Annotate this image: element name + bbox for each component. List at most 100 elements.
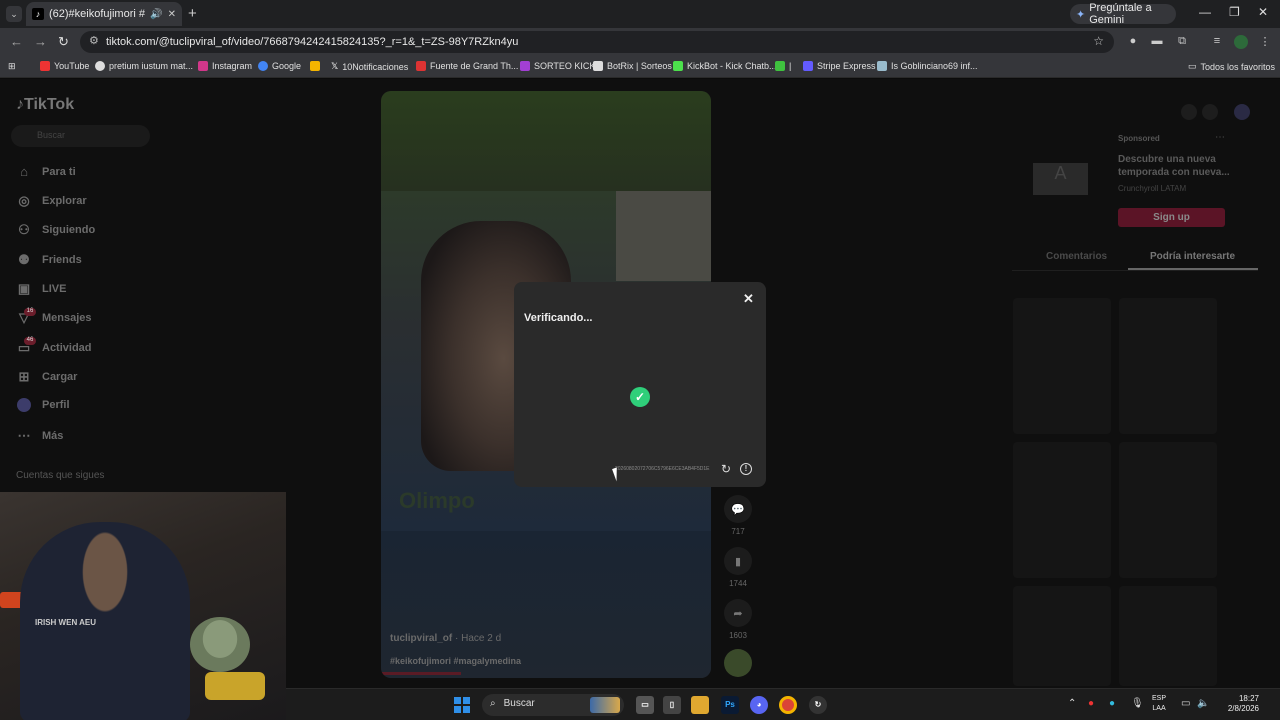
refresh-icon[interactable]: ↻ (721, 462, 731, 476)
recommended-video[interactable] (1013, 586, 1111, 686)
bookmark-sorteo-kick[interactable]: SORTEO KICK (520, 61, 595, 71)
chrome-icon[interactable] (779, 696, 797, 714)
recommended-video[interactable] (1119, 586, 1217, 686)
photoshop-icon[interactable]: Ps (721, 696, 739, 714)
comment-icon: 💬 (724, 495, 752, 523)
app-icon[interactable]: ▯ (663, 696, 681, 714)
file-explorer-icon[interactable] (691, 696, 709, 714)
profile-avatar[interactable] (1234, 35, 1248, 49)
nav-explorar[interactable]: ◎ Explorar (17, 193, 86, 209)
bookmark-notificaciones[interactable]: 𝕏 10Notificaciones (331, 61, 408, 72)
close-icon[interactable]: ✕ (743, 291, 754, 307)
bookmark-google[interactable]: Google (258, 61, 301, 71)
sound-disc[interactable] (724, 649, 752, 681)
address-bar[interactable]: ⚙ tiktok.com/@tuclipviral_of/video/76687… (80, 31, 1114, 53)
nav-mas[interactable]: ⋯ Más (17, 428, 64, 444)
tab-podria-interesarte[interactable]: Podría interesarte (1150, 251, 1235, 262)
nav-friends[interactable]: ⚉ Friends (17, 252, 82, 268)
bookmark-pinwheel[interactable] (310, 61, 320, 71)
nav-para-ti[interactable]: ⌂ Para ti (17, 164, 76, 179)
recommended-video[interactable] (1119, 442, 1217, 578)
sign-up-button[interactable]: Sign up (1118, 208, 1225, 227)
tray-overflow-icon[interactable]: ⌃ (1068, 698, 1076, 709)
sponsored-title[interactable]: Descubre una nueva temporada con nueva..… (1118, 153, 1238, 179)
recommended-video[interactable] (1013, 298, 1111, 434)
bookmark-count: 1744 (729, 579, 747, 588)
nav-perfil[interactable]: Perfil (17, 398, 70, 412)
taskbar-clock[interactable]: 18:27 2/8/2026 (1213, 694, 1259, 714)
tab-close-icon[interactable]: ✕ (168, 9, 176, 20)
extension-icon[interactable]: ● (1126, 35, 1140, 49)
bookmark-green[interactable]: | (775, 61, 791, 71)
bookmark-instagram[interactable]: Instagram (198, 61, 252, 71)
tab-comentarios[interactable]: Comentarios (1046, 251, 1107, 262)
user-avatar[interactable] (1234, 104, 1250, 120)
tray-app-icon[interactable]: ● (1088, 698, 1094, 709)
nav-cargar[interactable]: ⊞ Cargar (17, 369, 78, 385)
tiktok-search-input[interactable]: Buscar (11, 125, 150, 147)
back-button[interactable]: ← (10, 34, 23, 49)
bookmark-stripe[interactable]: Stripe Express (803, 61, 876, 71)
taskbar-search[interactable]: ⌕ Buscar (482, 694, 624, 716)
task-view-icon[interactable]: ▭ (636, 696, 654, 714)
bookmark-youtube[interactable]: YouTube (40, 61, 89, 71)
browser-tab-strip: ⌄ ♪ (62)#keikofujimori #magaly 🔊 ✕ + ✦ P… (0, 0, 1280, 28)
minimize-button[interactable]: — (1199, 5, 1211, 19)
recommended-video[interactable] (1119, 298, 1217, 434)
bookmark-action[interactable]: ▮ 1744 (724, 547, 752, 588)
extensions-puzzle-icon[interactable]: ⧉ (1175, 35, 1189, 49)
volume-icon[interactable]: 🔈 (1197, 698, 1209, 709)
bookmark-botrix[interactable]: BotRix | Sorteos (593, 61, 672, 71)
discord-icon[interactable]: ◕ (750, 696, 768, 714)
network-icon[interactable]: ▭ (1181, 698, 1190, 709)
browser-menu-icon[interactable]: ⋮ (1258, 35, 1272, 49)
nav-siguiendo[interactable]: ⚇ Siguiendo (17, 222, 95, 238)
bookmark-star-icon[interactable]: ☆ (1093, 34, 1104, 48)
gemini-button[interactable]: ✦ Pregúntale a Gemini (1070, 2, 1176, 26)
nav-live[interactable]: ▣ LIVE (17, 281, 67, 297)
video-progress-bar[interactable] (381, 672, 461, 675)
recommended-video[interactable] (1013, 442, 1111, 578)
windows-start-icon[interactable] (454, 697, 470, 713)
goblin-icon (877, 61, 887, 71)
restore-button[interactable]: ❐ (1229, 5, 1240, 19)
info-icon[interactable]: ! (740, 463, 752, 475)
forward-button[interactable]: → (34, 34, 47, 49)
all-favorites[interactable]: ▭ Todos los favoritos (1188, 61, 1275, 72)
sponsored-thumbnail[interactable]: A (1033, 163, 1088, 195)
extension-icon[interactable]: ▬ (1150, 35, 1164, 49)
reload-button[interactable]: ↻ (58, 34, 69, 50)
apps-grid-icon[interactable]: ⊞ (8, 61, 16, 72)
comment-action[interactable]: 💬 717 (724, 495, 752, 536)
video-hashtags[interactable]: #keikofujimori #magalymedina (390, 656, 521, 666)
tab-search-button[interactable]: ⌄ (6, 6, 22, 22)
video-author[interactable]: tuclipviral_of · Hace 2 d (390, 633, 501, 644)
bookmark-goblinciano[interactable]: Is Goblinciano69 inf... (877, 61, 978, 71)
site-info-icon[interactable]: ⚙ (89, 34, 99, 47)
device-icon[interactable] (1202, 104, 1218, 120)
bookmark-pretium[interactable]: pretium iustum mat... (95, 61, 193, 71)
sponsored-label: Sponsored (1118, 134, 1160, 143)
bookmark-grand-theft[interactable]: Fuente de Grand Th... (416, 61, 518, 71)
tiktok-logo[interactable]: ♪TikTok (16, 96, 74, 114)
new-tab-button[interactable]: + (188, 5, 197, 22)
browser-tab-active[interactable]: ♪ (62)#keikofujimori #magaly 🔊 ✕ (26, 2, 182, 26)
bookmark-label: YouTube (54, 61, 90, 71)
tab-audio-icon[interactable]: 🔊 (150, 9, 162, 20)
close-window-button[interactable]: ✕ (1258, 5, 1268, 19)
share-action[interactable]: ➦ 1603 (724, 599, 752, 640)
search-highlight-image (590, 697, 620, 713)
nav-label: Cargar (42, 371, 78, 383)
tray-app-icon[interactable]: ● (1109, 698, 1115, 709)
profile-icon (17, 398, 31, 412)
clock-date: 2/8/2026 (1227, 704, 1259, 713)
reading-list-icon[interactable]: ≡ (1210, 35, 1224, 49)
right-header-icon[interactable] (1181, 104, 1197, 120)
modal-title: Verificando... (524, 312, 593, 324)
bookmark-kickbot[interactable]: KickBot - Kick Chatb... (673, 61, 777, 71)
folder-icon: ▭ (1188, 61, 1197, 71)
microphone-icon[interactable]: 🎙 (1131, 698, 1144, 709)
app-icon[interactable]: ↻ (809, 696, 827, 714)
input-language[interactable]: ESP LAA (1152, 694, 1166, 714)
more-options-icon[interactable]: ⋯ (1215, 132, 1225, 143)
